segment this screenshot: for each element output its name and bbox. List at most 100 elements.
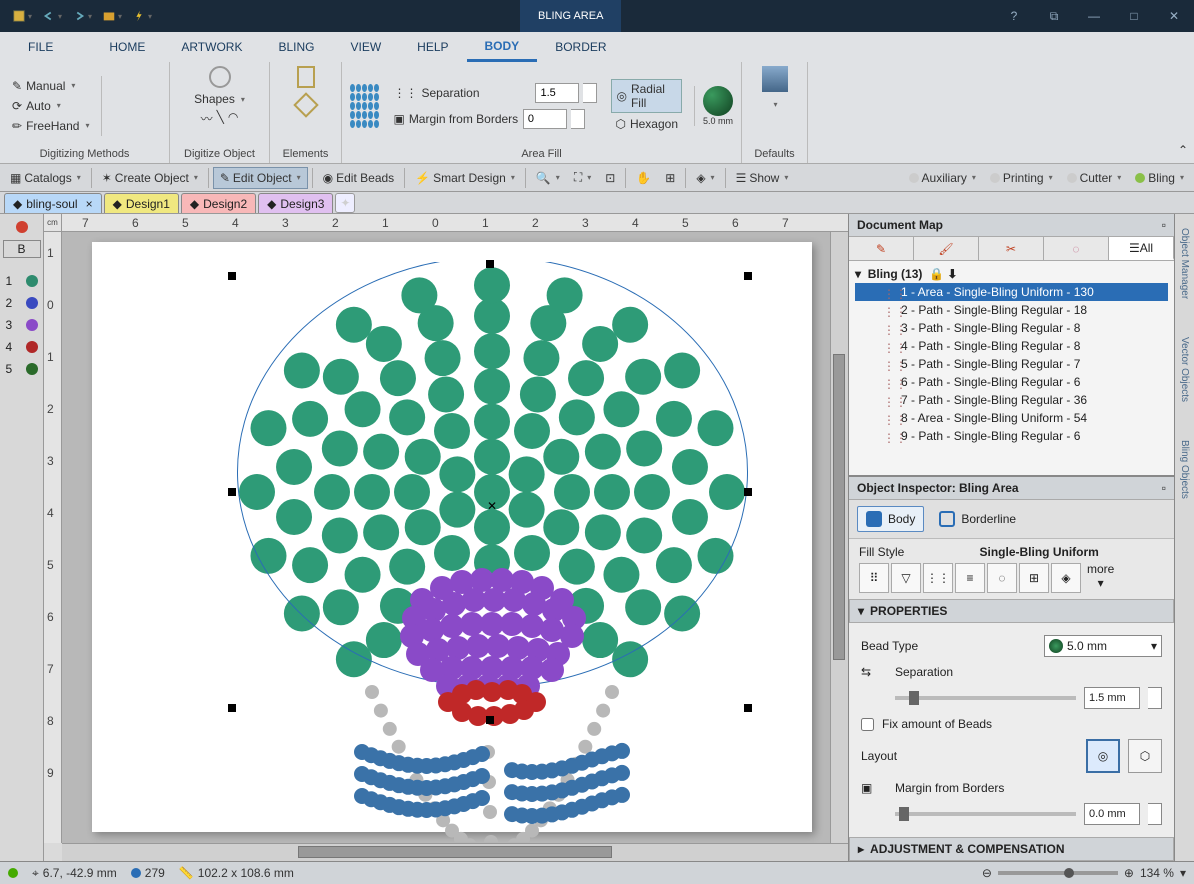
digitize-manual-button[interactable]: ✎Manual bbox=[8, 77, 93, 95]
edit-beads-button[interactable]: ◉Edit Beads bbox=[317, 167, 401, 189]
tree-item[interactable]: ⋮⋮9 - Path - Single-Bling Regular - 6 bbox=[855, 427, 1168, 445]
defaults-dropdown[interactable] bbox=[771, 96, 777, 110]
margin-spin[interactable] bbox=[1148, 803, 1162, 825]
hexagon-button[interactable]: ⬡Hexagon bbox=[611, 115, 682, 133]
inspector-tab-borderline[interactable]: Borderline bbox=[930, 506, 1025, 532]
printing-toggle[interactable]: Printing bbox=[984, 167, 1059, 189]
zoom-fit-button[interactable]: ⊡ bbox=[599, 167, 621, 189]
selection-handle[interactable] bbox=[228, 272, 236, 280]
artwork[interactable]: ✕ bbox=[212, 262, 772, 842]
margin-input[interactable] bbox=[523, 109, 567, 129]
line-icon[interactable]: ╲ bbox=[217, 110, 224, 127]
tree-item[interactable]: ⋮⋮7 - Path - Single-Bling Regular - 36 bbox=[855, 391, 1168, 409]
margin-spinner[interactable] bbox=[571, 109, 585, 129]
fill-opt-5[interactable]: ◌ bbox=[987, 563, 1017, 593]
menu-artwork[interactable]: ARTWORK bbox=[163, 32, 260, 62]
dm-tab-all[interactable]: ☰ All bbox=[1109, 237, 1174, 260]
auxiliary-toggle[interactable]: Auxiliary bbox=[903, 167, 982, 189]
create-object-button[interactable]: ✶Create Object bbox=[96, 167, 204, 189]
dm-tab-bling[interactable]: ◌ bbox=[1044, 237, 1109, 260]
qat-redo-icon[interactable] bbox=[70, 4, 94, 28]
bead-4[interactable]: 4 bbox=[3, 338, 41, 356]
fill-opt-7[interactable]: ◈ bbox=[1051, 563, 1081, 593]
zoom-region-button[interactable]: ⛶ bbox=[568, 167, 597, 189]
selection-handle[interactable] bbox=[744, 488, 752, 496]
menu-bling[interactable]: BLING bbox=[260, 32, 332, 62]
tab-design3[interactable]: ◆Design3 bbox=[258, 193, 333, 213]
edit-object-button[interactable]: ✎Edit Object bbox=[213, 167, 308, 189]
shape-circle-icon[interactable] bbox=[209, 66, 231, 88]
bead-3[interactable]: 3 bbox=[3, 316, 41, 334]
scrollbar-horizontal[interactable] bbox=[62, 843, 848, 861]
qat-save-icon[interactable] bbox=[10, 4, 34, 28]
zoom-in-button[interactable]: ⊕ bbox=[1124, 866, 1134, 880]
tree-item[interactable]: ⋮⋮4 - Path - Single-Bling Regular - 8 bbox=[855, 337, 1168, 355]
layout-hex-button[interactable]: ⬡ bbox=[1128, 739, 1162, 773]
minimize-button[interactable]: — bbox=[1074, 0, 1114, 32]
sidetab-vector-objects[interactable]: Vector Objects bbox=[1179, 333, 1190, 406]
selection-handle[interactable] bbox=[744, 704, 752, 712]
sidetab-bling-objects[interactable]: Bling Objects bbox=[1179, 436, 1190, 503]
help-button[interactable]: ? bbox=[994, 0, 1034, 32]
tab-design1[interactable]: ◆Design1 bbox=[104, 193, 179, 213]
catalogs-button[interactable]: ▦Catalogs bbox=[4, 167, 87, 189]
tree-item[interactable]: ⋮⋮5 - Path - Single-Bling Regular - 7 bbox=[855, 355, 1168, 373]
element-hex-icon[interactable] bbox=[293, 92, 318, 117]
bead-swatch[interactable] bbox=[703, 86, 733, 116]
tree-item[interactable]: ⋮⋮2 - Path - Single-Bling Regular - 18 bbox=[855, 301, 1168, 319]
maximize-button[interactable]: □ bbox=[1114, 0, 1154, 32]
cutter-toggle[interactable]: Cutter bbox=[1061, 167, 1128, 189]
scrollbar-vertical[interactable] bbox=[830, 232, 848, 843]
dm-tab-cut[interactable]: ✂ bbox=[979, 237, 1044, 260]
docmap-tree[interactable]: ▾ Bling (13) 🔒 ⬇ ⋮⋮1 - Area - Single-Bli… bbox=[849, 261, 1174, 475]
adjustment-header[interactable]: ▸ADJUSTMENT & COMPENSATION bbox=[849, 837, 1174, 861]
bead-1[interactable]: 1 bbox=[3, 272, 41, 290]
selection-handle[interactable] bbox=[228, 704, 236, 712]
margin-value[interactable]: 0.0 mm bbox=[1084, 803, 1140, 825]
element-rect-icon[interactable] bbox=[297, 66, 315, 88]
canvas[interactable]: ✕ bbox=[62, 232, 830, 843]
fill-opt-3[interactable]: ⋮⋮ bbox=[923, 563, 953, 593]
tab-design2[interactable]: ◆Design2 bbox=[181, 193, 256, 213]
bead-5[interactable]: 5 bbox=[3, 360, 41, 378]
arc-icon[interactable]: ◠ bbox=[228, 110, 238, 127]
curve-icon[interactable]: 〰 bbox=[201, 110, 213, 127]
menu-view[interactable]: VIEW bbox=[332, 32, 399, 62]
bead-type-combo[interactable]: 5.0 mm▾ bbox=[1044, 635, 1162, 657]
smart-design-button[interactable]: ⚡Smart Design bbox=[409, 167, 521, 189]
palette-swatch-button[interactable] bbox=[3, 218, 41, 236]
defaults-icon[interactable] bbox=[762, 66, 788, 92]
context-tab[interactable]: BLING AREA bbox=[520, 0, 621, 32]
dm-tab-pencil[interactable]: ✎ bbox=[849, 237, 914, 260]
close-icon[interactable]: × bbox=[86, 197, 93, 211]
radial-fill-button[interactable]: ◎Radial Fill bbox=[611, 79, 682, 113]
ribbon-collapse-icon[interactable]: ⌃ bbox=[1172, 62, 1194, 163]
grid-button[interactable]: ⊞ bbox=[659, 167, 681, 189]
shapes-button[interactable]: Shapes bbox=[190, 90, 249, 108]
inspector-tab-body[interactable]: Body bbox=[857, 506, 924, 532]
fill-opt-4[interactable]: ≡ bbox=[955, 563, 985, 593]
bling-toggle[interactable]: Bling bbox=[1129, 167, 1190, 189]
fill-opt-1[interactable]: ⠿ bbox=[859, 563, 889, 593]
panel-pin-icon[interactable]: ▫ bbox=[1162, 218, 1166, 232]
fix-beads-checkbox[interactable] bbox=[861, 718, 874, 731]
selection-handle[interactable] bbox=[486, 716, 494, 724]
fill-opt-6[interactable]: ⊞ bbox=[1019, 563, 1049, 593]
dm-tab-brush[interactable]: 🖌 bbox=[914, 237, 979, 260]
tree-item[interactable]: ⋮⋮3 - Path - Single-Bling Regular - 8 bbox=[855, 319, 1168, 337]
unit-toggle[interactable]: B bbox=[3, 240, 41, 258]
separation-spin[interactable] bbox=[1148, 687, 1162, 709]
menu-border[interactable]: BORDER bbox=[537, 32, 624, 62]
layout-radial-button[interactable]: ◎ bbox=[1086, 739, 1120, 773]
show-button[interactable]: ☰Show bbox=[730, 167, 795, 189]
fill-style-options[interactable]: ⠿ ▽ ⋮⋮ ≡ ◌ ⊞ ◈ bbox=[859, 563, 1081, 593]
margin-slider[interactable] bbox=[895, 812, 1076, 816]
sidetab-object-manager[interactable]: Object Manager bbox=[1179, 224, 1190, 303]
tree-item[interactable]: ⋮⋮6 - Path - Single-Bling Regular - 6 bbox=[855, 373, 1168, 391]
digitize-auto-button[interactable]: ⟳Auto bbox=[8, 97, 93, 115]
properties-header[interactable]: ▾PROPERTIES bbox=[849, 599, 1174, 623]
new-tab-button[interactable]: ✦ bbox=[335, 193, 355, 213]
tree-item[interactable]: ⋮⋮1 - Area - Single-Bling Uniform - 130 bbox=[855, 283, 1168, 301]
tree-item[interactable]: ⋮⋮8 - Area - Single-Bling Uniform - 54 bbox=[855, 409, 1168, 427]
fill-more-button[interactable]: more▾ bbox=[1087, 562, 1114, 590]
